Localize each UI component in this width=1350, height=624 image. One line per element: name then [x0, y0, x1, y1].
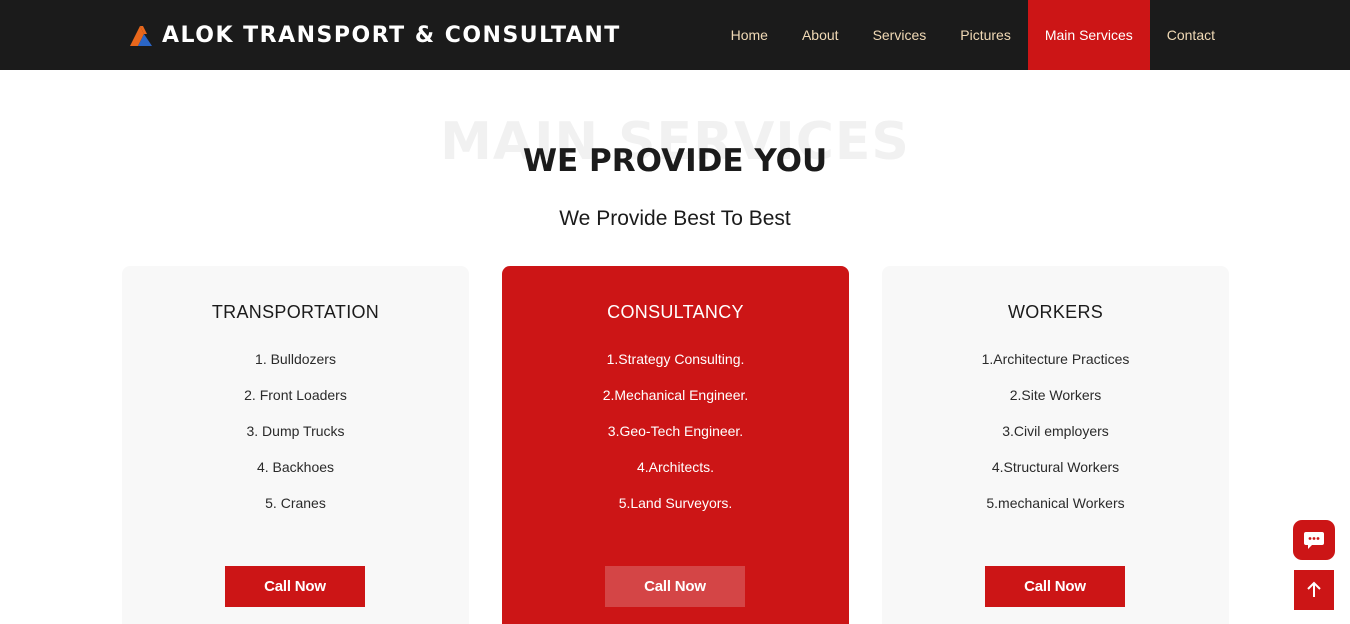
- service-card-consultancy: CONSULTANCY 1.Strategy Consulting. 2.Mec…: [502, 266, 849, 624]
- list-item: 5.mechanical Workers: [986, 495, 1125, 511]
- call-now-button[interactable]: Call Now: [605, 566, 745, 607]
- main-nav: Home About Services Pictures Main Servic…: [714, 0, 1232, 70]
- brand[interactable]: ALOK TRANSPORT & CONSULTANT: [128, 20, 621, 50]
- nav-main-services[interactable]: Main Services: [1027, 0, 1150, 70]
- section-subtitle: We Provide Best To Best: [559, 207, 791, 230]
- list-item: 2. Front Loaders: [244, 387, 347, 403]
- section-title: WE PROVIDE YOU: [522, 143, 828, 179]
- call-now-button[interactable]: Call Now: [985, 566, 1125, 607]
- list-item: 2.Site Workers: [1009, 387, 1102, 403]
- arrow-up-icon: [1307, 581, 1321, 597]
- service-card-workers: WORKERS 1.Architecture Practices 2.Site …: [882, 266, 1229, 624]
- nav-pictures[interactable]: Pictures: [943, 0, 1028, 70]
- card-title: WORKERS: [1007, 302, 1104, 322]
- card-list: 1.Architecture Practices 2.Site Workers …: [882, 350, 1229, 530]
- list-item: 1. Bulldozers: [255, 351, 336, 367]
- list-item: 3. Dump Trucks: [246, 423, 345, 439]
- nav-about[interactable]: About: [785, 0, 856, 70]
- card-title: TRANSPORTATION: [211, 302, 380, 322]
- list-item: 2.Mechanical Engineer.: [602, 387, 749, 403]
- list-item: 4.Architects.: [636, 459, 715, 475]
- top-navbar: ALOK TRANSPORT & CONSULTANT Home About S…: [0, 0, 1350, 70]
- card-list: 1. Bulldozers 2. Front Loaders 3. Dump T…: [122, 350, 469, 530]
- list-item: 5.Land Surveyors.: [618, 495, 733, 511]
- list-item: 3.Geo-Tech Engineer.: [607, 423, 744, 439]
- list-item: 3.Civil employers: [1002, 423, 1109, 439]
- nav-contact[interactable]: Contact: [1150, 0, 1232, 70]
- list-item: 4.Structural Workers: [991, 459, 1120, 475]
- list-item: 4. Backhoes: [256, 459, 335, 475]
- list-item: 5. Cranes: [265, 495, 326, 511]
- nav-home[interactable]: Home: [714, 0, 785, 70]
- card-title: CONSULTANCY: [607, 302, 744, 322]
- brand-name: ALOK TRANSPORT & CONSULTANT: [162, 22, 621, 48]
- service-card-transportation: TRANSPORTATION 1. Bulldozers 2. Front Lo…: [122, 266, 469, 624]
- logo-icon: [130, 26, 152, 46]
- chat-bubble-icon: [1304, 532, 1324, 549]
- nav-services[interactable]: Services: [856, 0, 944, 70]
- list-item: 1.Strategy Consulting.: [606, 351, 745, 367]
- scroll-to-top-button[interactable]: [1294, 570, 1334, 610]
- chat-button[interactable]: [1293, 520, 1335, 560]
- card-list: 1.Strategy Consulting. 2.Mechanical Engi…: [502, 350, 849, 530]
- call-now-button[interactable]: Call Now: [225, 566, 365, 607]
- list-item: 1.Architecture Practices: [981, 351, 1130, 367]
